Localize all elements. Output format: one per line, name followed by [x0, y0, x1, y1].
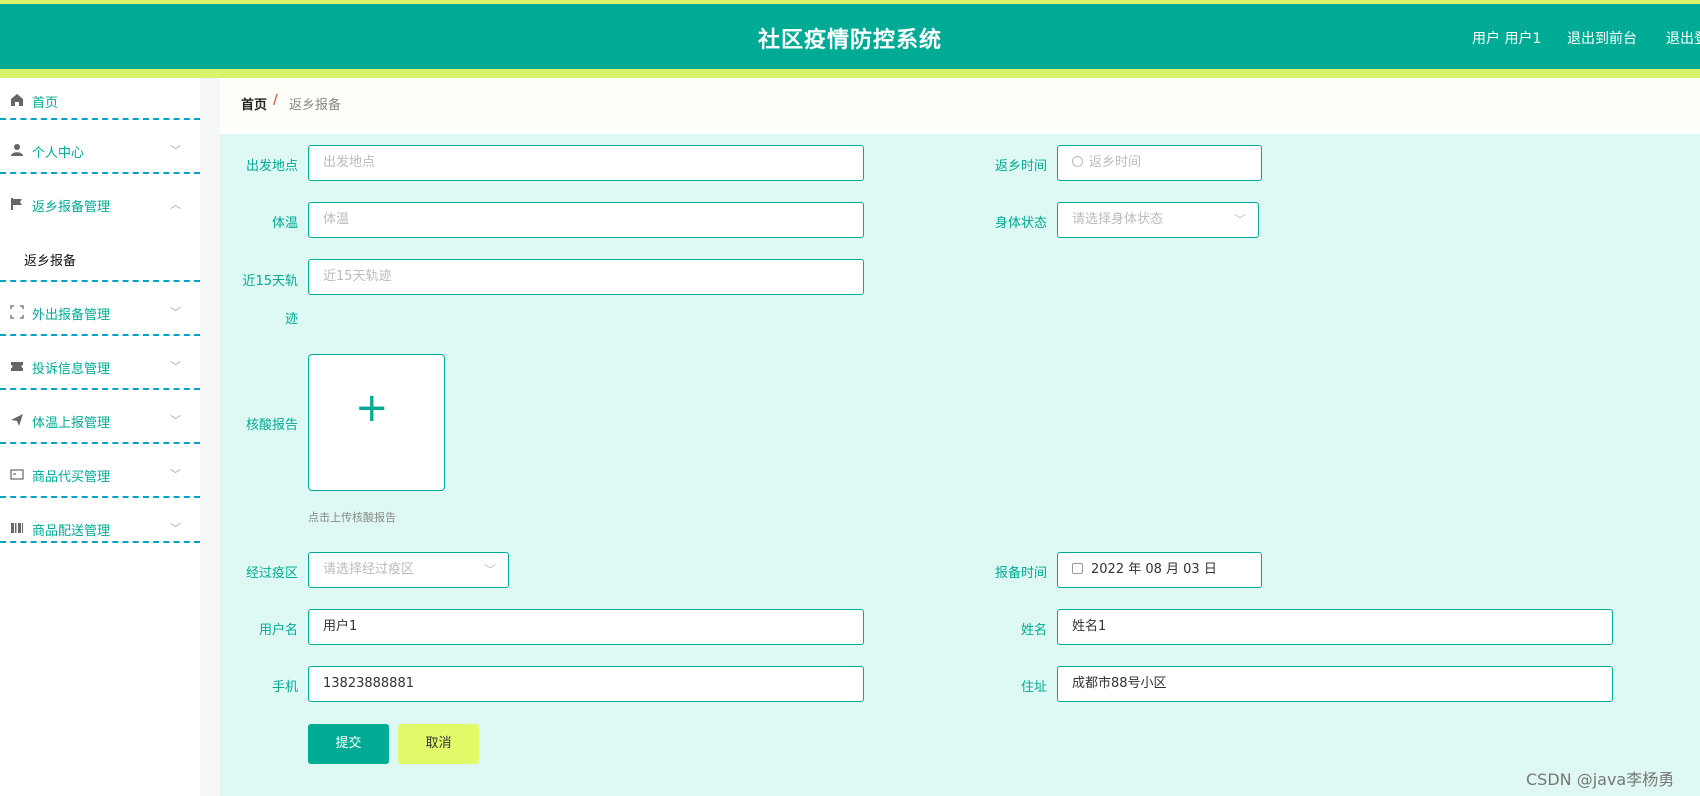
temperature-input[interactable]: 体温: [308, 202, 864, 238]
app-title: 社区疫情防控系统: [757, 28, 942, 53]
track-placeholder: 近15天轨迹: [323, 269, 392, 284]
sidebar-item-label: 投诉信息管理: [32, 362, 111, 377]
chevron-down-icon: ﹀: [170, 468, 181, 481]
report-time-label: 报备时间: [994, 566, 1047, 581]
health-status-label: 身体状态: [994, 216, 1047, 231]
sidebar-item-label: 商品代买管理: [32, 470, 111, 485]
phone-input[interactable]: 13823888881: [308, 666, 864, 702]
address-value: 成都市88号小区: [1072, 676, 1167, 691]
watermark-text: CSDN @java李杨勇: [1526, 770, 1675, 789]
breadcrumb: 首页 / 返乡报备: [220, 78, 1700, 130]
sidebar-divider: [0, 541, 200, 543]
track-input[interactable]: 近15天轨迹: [308, 259, 864, 295]
sidebar-item-label: 返乡报备管理: [32, 200, 111, 215]
calendar-icon: [1072, 563, 1083, 574]
track-label-line2: 迹: [284, 312, 298, 327]
address-input[interactable]: 成都市88号小区: [1057, 666, 1613, 702]
name-label: 姓名: [1020, 623, 1047, 638]
user-icon: [11, 144, 23, 156]
return-time-label: 返乡时间: [994, 159, 1047, 174]
plus-icon: +: [355, 385, 389, 431]
nucleic-report-label: 核酸报告: [245, 418, 298, 433]
sidebar-gutter: [200, 78, 220, 796]
sidebar-item-home[interactable]: 首页: [0, 78, 200, 132]
breadcrumb-separator: /: [273, 93, 278, 108]
sidebar-item-label: 首页: [32, 96, 59, 111]
sidebar-divider: [0, 388, 200, 390]
return-time-picker[interactable]: 返乡时间: [1057, 145, 1262, 181]
phone-value: 13823888881: [323, 676, 414, 691]
username-input[interactable]: 用户1: [308, 609, 864, 645]
sidebar-item-label: 外出报备管理: [32, 308, 111, 323]
sidebar-divider: [0, 118, 200, 120]
chevron-down-icon: ﹀: [1233, 213, 1246, 227]
name-input[interactable]: 姓名1: [1057, 609, 1613, 645]
departure-input[interactable]: 出发地点: [308, 145, 864, 181]
epidemic-zone-select[interactable]: 请选择经过疫区 ﹀: [308, 552, 509, 588]
temperature-placeholder: 体温: [323, 212, 350, 227]
sidebar-item-delivery-mgmt[interactable]: 商品配送管理 ﹀: [0, 506, 200, 560]
chevron-down-icon: ﹀: [483, 563, 496, 577]
barcode-icon: [11, 523, 23, 533]
send-icon: [11, 414, 23, 426]
sidebar-divider: [0, 280, 200, 282]
sidebar-item-label: 个人中心: [32, 146, 85, 161]
card-icon: [10, 469, 24, 480]
sidebar-divider: [0, 334, 200, 336]
clock-icon: [1072, 156, 1083, 167]
sidebar: 首页 个人中心 ﹀ 返乡报备管理 ︿ 返乡报备 外出报备管理 ﹀ 投诉信息管理 …: [0, 78, 220, 796]
chevron-up-icon: ︿: [170, 198, 181, 211]
temperature-label: 体温: [271, 216, 298, 231]
username-label: 用户名: [258, 623, 298, 638]
exit-to-frontend-link[interactable]: 退出到前台: [1567, 28, 1637, 48]
track-label-line1: 近15天轨: [242, 274, 298, 289]
logout-link[interactable]: 退出登: [1666, 28, 1700, 48]
departure-label: 出发地点: [245, 159, 298, 174]
ticket-icon: [11, 362, 23, 371]
chevron-down-icon: ﹀: [170, 414, 181, 427]
sidebar-item-label: 商品配送管理: [32, 524, 111, 539]
health-status-placeholder: 请选择身体状态: [1072, 212, 1164, 227]
breadcrumb-home[interactable]: 首页: [241, 94, 267, 113]
departure-placeholder: 出发地点: [323, 155, 376, 170]
username-value: 用户1: [323, 619, 358, 634]
scan-icon: [10, 305, 24, 319]
report-time-picker[interactable]: 2022 年 08 月 03 日: [1057, 552, 1262, 588]
breadcrumb-current: 返乡报备: [289, 98, 342, 113]
sidebar-divider: [0, 496, 200, 498]
epidemic-zone-label: 经过疫区: [245, 566, 298, 581]
sidebar-divider: [0, 172, 200, 174]
top-header: 社区疫情防控系统 用户 用户1 退出到前台 退出登: [0, 0, 1700, 78]
current-user-label: 用户 用户1: [1472, 31, 1542, 47]
report-time-value: 2022 年 08 月 03 日: [1091, 562, 1217, 577]
chevron-down-icon: ﹀: [170, 306, 181, 319]
health-status-select[interactable]: 请选择身体状态 ﹀: [1057, 202, 1259, 238]
epidemic-zone-placeholder: 请选择经过疫区: [323, 562, 415, 577]
chevron-down-icon: ﹀: [170, 360, 181, 373]
sidebar-item-label: 体温上报管理: [32, 416, 111, 431]
home-icon: [11, 94, 23, 106]
phone-label: 手机: [271, 680, 298, 695]
chevron-down-icon: ﹀: [170, 144, 181, 157]
submit-button[interactable]: 提交: [308, 724, 389, 764]
nucleic-report-upload[interactable]: +: [308, 354, 445, 491]
return-time-placeholder: 返乡时间: [1089, 155, 1142, 170]
sidebar-item-return-report-mgmt[interactable]: 返乡报备管理 ︿: [0, 182, 200, 236]
name-value: 姓名1: [1072, 619, 1107, 634]
flag-icon: [11, 198, 22, 210]
sidebar-subitem-label: 返乡报备: [24, 254, 77, 269]
sidebar-divider: [0, 442, 200, 444]
address-label: 住址: [1020, 680, 1047, 695]
cancel-button[interactable]: 取消: [398, 724, 479, 764]
sidebar-subitem-return-report[interactable]: 返乡报备: [0, 236, 200, 278]
upload-hint: 点击上传核酸报告: [308, 511, 396, 524]
chevron-down-icon: ﹀: [170, 522, 181, 535]
